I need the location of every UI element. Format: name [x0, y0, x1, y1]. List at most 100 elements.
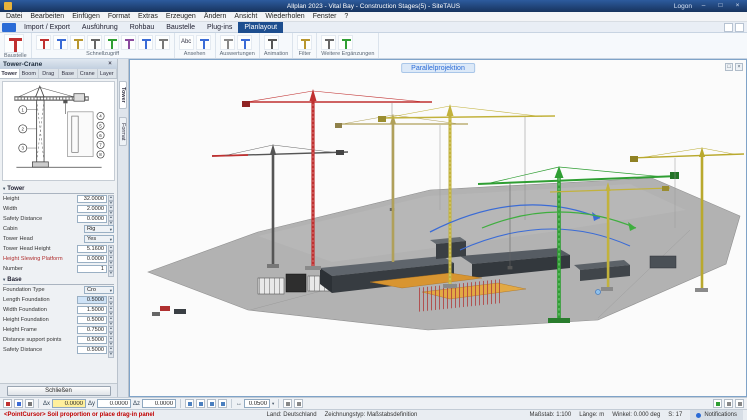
- cancel-icon[interactable]: [3, 399, 12, 408]
- dy-input[interactable]: [97, 399, 132, 408]
- field-height-frame[interactable]: 0.7500: [77, 326, 107, 334]
- pointer-icon[interactable]: [14, 399, 23, 408]
- spinner[interactable]: ▲ ▼: [108, 296, 114, 308]
- crane-yellow-icon[interactable]: [69, 35, 85, 50]
- field-width[interactable]: 2.0000: [77, 205, 107, 213]
- ribbon-tab-plug-ins[interactable]: Plug-ins: [201, 22, 238, 33]
- selection-point[interactable]: [595, 289, 601, 295]
- view-settings-icon[interactable]: [724, 399, 733, 408]
- site-crane-icon[interactable]: [4, 34, 24, 53]
- spinner[interactable]: ▲ ▼: [108, 326, 114, 338]
- camera-icon[interactable]: [263, 35, 279, 50]
- track-line-icon[interactable]: [283, 399, 293, 408]
- snap-dropdown-icon[interactable]: ▾: [272, 401, 274, 407]
- dx-input[interactable]: [52, 399, 87, 408]
- spinner[interactable]: ▲ ▼: [108, 205, 114, 217]
- ribbon-tab-rohbau[interactable]: Rohbau: [124, 22, 161, 33]
- palette-tab-crane[interactable]: Crane: [78, 69, 98, 78]
- spinner[interactable]: ▲ ▼: [108, 265, 114, 277]
- palette-tab-drag[interactable]: Drag: [39, 69, 59, 78]
- field-height-slewing-platform[interactable]: 0.0000: [77, 255, 107, 263]
- menu-item-bearbeiten[interactable]: Bearbeiten: [26, 12, 68, 22]
- palette-tab-boom[interactable]: Boom: [20, 69, 39, 78]
- application-menu-icon[interactable]: [2, 22, 16, 32]
- field-foundation-type[interactable]: Cro ▾: [84, 286, 114, 294]
- container-icon[interactable]: [154, 35, 170, 50]
- filter-icon[interactable]: [297, 35, 313, 50]
- measure-icon[interactable]: [195, 35, 211, 50]
- viewport-restore-icon[interactable]: □: [725, 63, 733, 71]
- field-number[interactable]: 1: [77, 265, 107, 273]
- excavator-icon[interactable]: [137, 35, 153, 50]
- spinner[interactable]: ▲ ▼: [108, 346, 114, 358]
- pencil-icon[interactable]: [25, 399, 34, 408]
- layer-status-icon[interactable]: [713, 399, 722, 408]
- field-height-foundation[interactable]: 0.5000: [77, 316, 107, 324]
- gear-icon[interactable]: [321, 35, 337, 50]
- abc-icon[interactable]: Abc: [178, 35, 194, 50]
- plus-icon[interactable]: [338, 35, 354, 50]
- crane-gray-icon[interactable]: [86, 35, 102, 50]
- ortho-icon[interactable]: [294, 399, 304, 408]
- zoom-settings-icon[interactable]: [735, 399, 744, 408]
- close-palette-button[interactable]: Schließen: [6, 385, 111, 396]
- spinner-down-icon[interactable]: ▼: [108, 270, 114, 277]
- help-icon[interactable]: [735, 22, 744, 32]
- menu-item-erzeugen[interactable]: Erzeugen: [162, 12, 200, 22]
- menu-item-datei[interactable]: Datei: [2, 12, 26, 22]
- spinner[interactable]: ▲ ▼: [108, 336, 114, 348]
- status-drawing-type[interactable]: Zeichnungstyp: Maßstabsdefinition: [325, 412, 418, 418]
- menu-item-wiederholen[interactable]: Wiederholen: [261, 12, 308, 22]
- ribbon-tab-ausf-hrung[interactable]: Ausführung: [76, 22, 124, 33]
- crane-blue-icon[interactable]: [52, 35, 68, 50]
- field-distance-support-points[interactable]: 0.5000: [77, 336, 107, 344]
- section-header-base[interactable]: ▾ Base: [3, 276, 114, 285]
- crane-green-icon[interactable]: [103, 35, 119, 50]
- field-safety-distance[interactable]: 0.0000: [77, 215, 107, 223]
- truck-icon[interactable]: [120, 35, 136, 50]
- menu-item-extras[interactable]: Extras: [134, 12, 162, 22]
- spinner[interactable]: ▲ ▼: [108, 306, 114, 318]
- search-icon[interactable]: [724, 22, 733, 32]
- close-button[interactable]: ×: [732, 1, 743, 11]
- midpoint-snap-icon[interactable]: [196, 399, 206, 408]
- palette-tab-base[interactable]: Base: [59, 69, 78, 78]
- intersection-snap-icon[interactable]: [207, 399, 217, 408]
- menu-item-ndern[interactable]: Ändern: [200, 12, 231, 22]
- spinner[interactable]: ▲ ▼: [108, 215, 114, 227]
- minimize-button[interactable]: –: [698, 1, 709, 11]
- field-width-foundation[interactable]: 1.5000: [77, 306, 107, 314]
- crane-red-icon[interactable]: [35, 35, 51, 50]
- grid-snap-icon[interactable]: [218, 399, 228, 408]
- report-icon[interactable]: [219, 35, 235, 50]
- field-cabin[interactable]: Rig ▾: [84, 225, 114, 233]
- dz-input[interactable]: [142, 399, 177, 408]
- palette-close-icon[interactable]: ×: [106, 60, 114, 69]
- menu-item-ansicht[interactable]: Ansicht: [230, 12, 261, 22]
- side-tab-format[interactable]: Format: [119, 116, 127, 147]
- site-vehicles[interactable]: [152, 306, 186, 316]
- notifications-button[interactable]: Notifications: [690, 410, 743, 420]
- menu-item-fenster[interactable]: Fenster: [309, 12, 341, 22]
- maximize-button[interactable]: □: [715, 1, 726, 11]
- spinner[interactable]: ▲ ▼: [108, 245, 114, 257]
- side-tab-tower[interactable]: Tower: [119, 81, 127, 109]
- field-tower-head-height[interactable]: 5.1600: [77, 245, 107, 253]
- snap-distance-input[interactable]: [244, 399, 271, 408]
- field-length-foundation[interactable]: 0.5000: [77, 296, 107, 304]
- field-safety-distance[interactable]: 0.5000: [77, 346, 107, 354]
- viewport[interactable]: Parallelprojektion □ ×: [129, 59, 747, 397]
- table-icon[interactable]: [236, 35, 252, 50]
- logon-button[interactable]: Logon: [674, 3, 692, 10]
- point-snap-icon[interactable]: [185, 399, 195, 408]
- menu-item-format[interactable]: Format: [104, 12, 134, 22]
- ribbon-tab-import-export[interactable]: Import / Export: [18, 22, 76, 33]
- spinner[interactable]: ▲ ▼: [108, 255, 114, 267]
- field-height[interactable]: 32.0000: [77, 195, 107, 203]
- palette-tab-tower[interactable]: Tower: [0, 69, 20, 78]
- spinner[interactable]: ▲ ▼: [108, 195, 114, 207]
- palette-tab-layer[interactable]: Layer: [98, 69, 117, 78]
- ribbon-tab-planlayout[interactable]: Planlayout: [238, 21, 284, 33]
- scene-svg[interactable]: [130, 60, 746, 396]
- field-tower-head[interactable]: Yes ▾: [84, 235, 114, 243]
